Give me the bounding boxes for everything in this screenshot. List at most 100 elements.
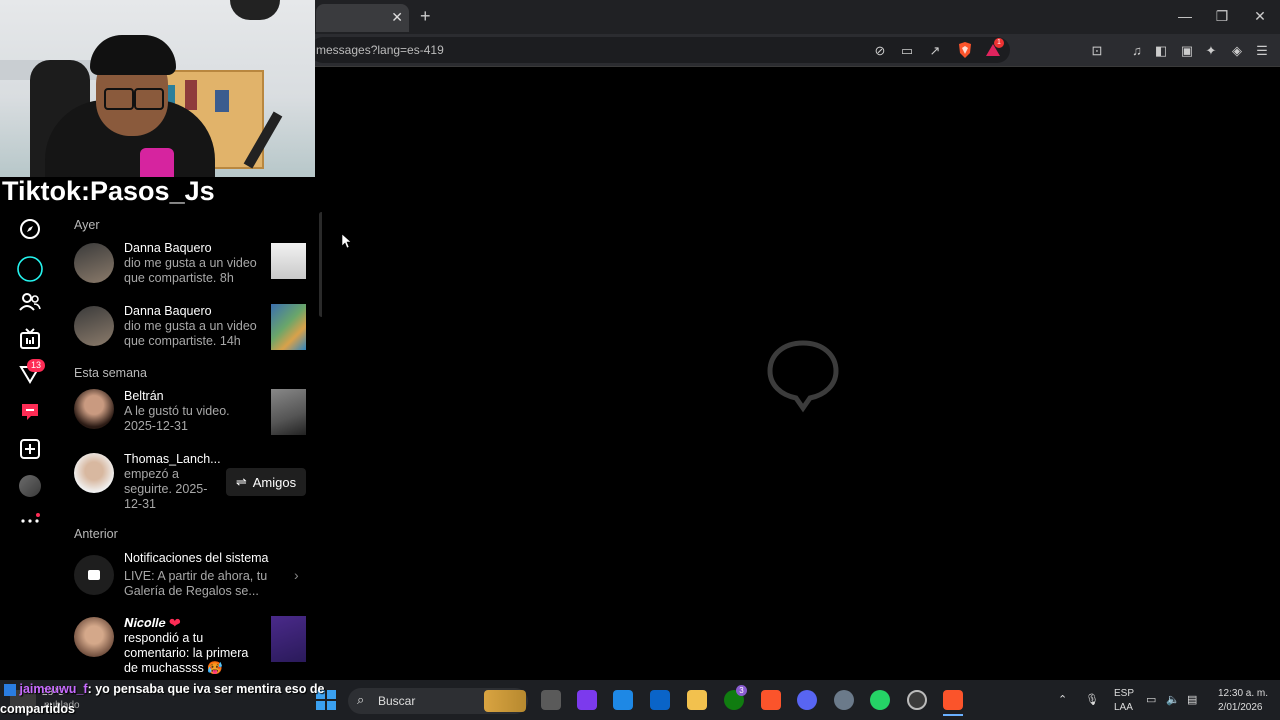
avatar[interactable] [74, 617, 114, 657]
settings-icon[interactable] [834, 690, 854, 710]
avatar[interactable] [74, 389, 114, 429]
chevron-right-icon[interactable]: › [294, 567, 299, 583]
video-thumbnail[interactable] [271, 616, 306, 662]
search-icon: ⌕ [357, 692, 365, 707]
brave-icon[interactable] [761, 690, 781, 710]
video-thumbnail[interactable] [271, 243, 306, 279]
volume-icon[interactable]: 🔈 [1166, 693, 1180, 706]
discord-icon[interactable] [797, 690, 817, 710]
url-text[interactable]: messages?lang=es-419 [316, 43, 444, 57]
microsoft-store-icon[interactable] [613, 690, 633, 710]
app-icon[interactable] [577, 690, 597, 710]
file-explorer-icon[interactable] [687, 690, 707, 710]
brave-active-icon[interactable] [943, 690, 963, 710]
notification-text: respondió a tu [124, 631, 204, 645]
stream-caption: Tiktok:Pasos_Js [2, 176, 215, 206]
language-secondary[interactable]: LAA [1114, 702, 1133, 713]
task-view-icon[interactable] [541, 690, 561, 710]
minimize-icon[interactable]: — [1175, 8, 1195, 24]
avatar[interactable] [74, 306, 114, 346]
notification-text: que compartiste. 14h [124, 334, 241, 348]
obs-icon[interactable] [907, 690, 927, 710]
notification-text: empezó a [124, 467, 179, 481]
whatsapp-icon[interactable] [870, 690, 890, 710]
stream-chat-message: jaimeuwu_f: yo pensaba que iva ser menti… [0, 679, 350, 719]
messages-icon[interactable] [19, 401, 41, 423]
notification-count-badge: 13 [27, 359, 45, 372]
video-thumbnail[interactable] [271, 304, 306, 350]
notification-text: dio me gusta a un video [124, 256, 257, 270]
chat-platform-icon [4, 683, 16, 696]
more-icon[interactable] [19, 510, 41, 532]
xbox-icon[interactable]: 3 [724, 685, 747, 710]
new-tab-icon[interactable]: + [420, 6, 431, 27]
menu-icon[interactable]: ☰ [1253, 42, 1271, 60]
vpn-icon[interactable]: ◈ [1228, 42, 1246, 60]
search-placeholder[interactable]: Buscar [378, 694, 415, 708]
live-icon[interactable] [16, 255, 44, 283]
avatar[interactable] [74, 453, 114, 493]
upload-icon[interactable] [19, 438, 41, 460]
friends-button[interactable]: ⇌ Amigos [226, 468, 306, 496]
brave-rewards-icon[interactable]: 1 [985, 38, 1004, 58]
notification-text: comentario: la primera [124, 646, 249, 660]
share-icon[interactable]: ↗ [926, 42, 944, 60]
restore-icon[interactable]: ❐ [1212, 8, 1232, 25]
webcam-overlay [0, 0, 315, 177]
wallet-icon[interactable]: ▣ [1178, 42, 1196, 60]
active-tab[interactable]: ✕ [316, 4, 409, 32]
clock-date[interactable]: 2/01/2026 [1218, 702, 1263, 713]
music-icon[interactable]: ♫ [1128, 42, 1146, 60]
notification-text: dio me gusta a un video [124, 319, 257, 333]
active-app-indicator [943, 714, 963, 716]
close-window-icon[interactable]: ✕ [1250, 8, 1270, 25]
language-primary[interactable]: ESP [1114, 688, 1134, 699]
xbox-badge: 3 [736, 685, 747, 696]
system-avatar [74, 555, 114, 595]
tray-chevron-icon[interactable]: ⌃ [1058, 693, 1067, 706]
notification-text: Galería de Regalos se... [124, 584, 259, 598]
clock-time[interactable]: 12:30 a. m. [1218, 688, 1268, 699]
activity-panel: Ayer Danna Baquero dio me gusta a un vid… [60, 205, 322, 680]
notification-user[interactable]: Thomas_Lanch... [124, 452, 221, 466]
profile-avatar[interactable] [19, 475, 41, 497]
section-header-ayer: Ayer [74, 218, 100, 232]
battery-icon[interactable]: ▤ [1187, 693, 1197, 706]
alert-badge: 1 [994, 38, 1004, 48]
following-icon[interactable] [19, 291, 41, 313]
inbox-icon [88, 570, 100, 580]
brave-shields-icon[interactable] [957, 41, 973, 59]
leo-ai-icon[interactable]: ✦ [1202, 42, 1220, 60]
mouse-cursor-icon [342, 234, 352, 248]
network-icon[interactable]: ▭ [1146, 693, 1156, 706]
chat-bubble-icon [767, 340, 839, 413]
notification-user[interactable]: 𝑵𝒊𝒄𝒐𝒍𝒍𝒆 ❤ [124, 616, 180, 631]
sidebar-toggle-icon[interactable]: ◧ [1152, 42, 1170, 60]
activity-nav-item[interactable]: 13 [19, 359, 45, 385]
notification-text: LIVE: A partir de ahora, tu [124, 569, 268, 583]
notification-text: 12-31 [124, 497, 156, 511]
no-tracking-icon[interactable]: ⊘ [871, 42, 889, 60]
live-tv-icon[interactable] [19, 328, 41, 350]
notification-user[interactable]: Beltrán [124, 389, 164, 403]
tiktok-nav-rail: 13 [0, 205, 60, 680]
section-header-anterior: Anterior [74, 527, 118, 541]
close-tab-icon[interactable]: ✕ [391, 9, 403, 26]
heart-icon: ❤ [169, 616, 181, 630]
chat-username: jaimeuwu_f [19, 682, 88, 696]
outlook-icon[interactable] [650, 690, 670, 710]
notification-user[interactable]: Notificaciones del sistema [124, 551, 269, 565]
notification-user[interactable]: Danna Baquero [124, 241, 212, 255]
cast-icon[interactable]: ▭ [898, 42, 916, 60]
avatar[interactable] [74, 243, 114, 283]
notification-text: 2025-12-31 [124, 419, 188, 433]
explore-icon[interactable] [19, 218, 41, 240]
microphone-icon[interactable]: 🎙 [1085, 693, 1099, 706]
notification-user[interactable]: Danna Baquero [124, 304, 212, 318]
notification-text: que compartiste. 8h [124, 271, 234, 285]
swap-icon: ⇌ [235, 474, 247, 489]
section-header-esta-semana: Esta semana [74, 366, 147, 380]
video-thumbnail[interactable] [271, 389, 306, 435]
notification-text: seguirte. 2025- [124, 482, 208, 496]
screenshot-icon[interactable]: ⊡ [1088, 42, 1106, 60]
